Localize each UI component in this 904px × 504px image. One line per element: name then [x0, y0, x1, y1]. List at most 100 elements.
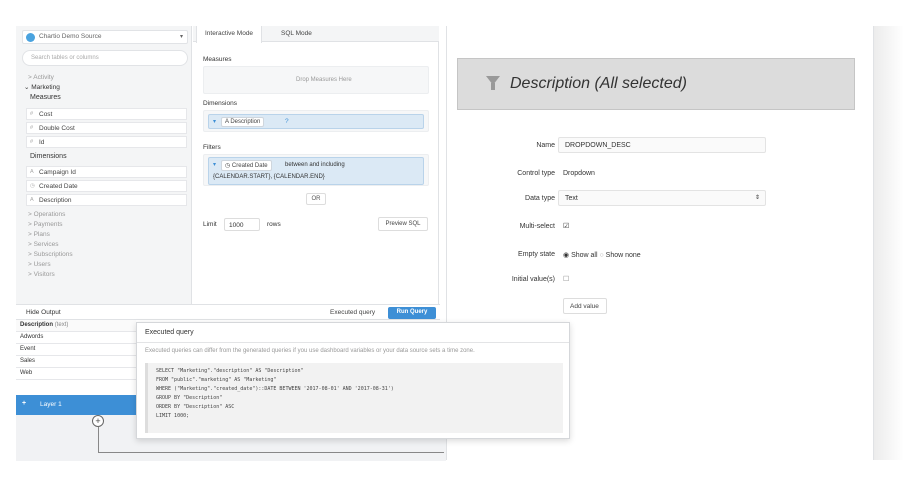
- column-created-date[interactable]: ◷ Created Date: [26, 180, 187, 192]
- dimensions-label: Dimensions: [203, 100, 237, 107]
- data-source-select[interactable]: Chartio Demo Source ▾: [22, 30, 188, 44]
- control-type-value: Dropdown: [563, 170, 595, 177]
- dimension-pill[interactable]: ▾ A Description ?: [208, 114, 424, 129]
- code-line: GROUP BY "Description": [156, 395, 223, 401]
- table-row: Sales: [16, 356, 136, 368]
- tree-item-users[interactable]: > Users: [28, 261, 51, 268]
- tree-item-activity[interactable]: > Activity: [28, 74, 54, 81]
- tree-item-plans[interactable]: > Plans: [28, 231, 50, 238]
- executed-query-popover: Executed query Executed queries can diff…: [136, 322, 570, 439]
- radio-show-all[interactable]: ◉: [563, 252, 571, 259]
- filter-values[interactable]: {CALENDAR.START}, {CALENDAR.END}: [213, 174, 325, 180]
- measures-drop-hint: Drop Measures Here: [296, 77, 352, 83]
- preview-sql-button[interactable]: Preview SQL: [378, 217, 428, 231]
- data-type-label: Data type: [525, 195, 555, 202]
- control-title: Description (All selected): [510, 75, 687, 92]
- limit-input[interactable]: 1000: [224, 218, 260, 231]
- filters-label: Filters: [203, 144, 221, 151]
- multiselect-checkbox[interactable]: ☑: [563, 222, 569, 230]
- popover-title: Executed query: [145, 329, 194, 336]
- layer-label: Layer 1: [40, 401, 62, 408]
- popover-divider: [137, 342, 569, 343]
- sql-code-block[interactable]: SELECT "Marketing"."description" AS "Des…: [145, 363, 563, 433]
- query-builder: Interactive Mode SQL Mode Measures Drop …: [193, 26, 439, 304]
- search-input[interactable]: Search tables or columns: [22, 50, 188, 66]
- code-line: WHERE ("Marketing"."created_date")::DATE…: [156, 386, 394, 392]
- number-icon: #: [30, 139, 34, 145]
- control-header: Description (All selected): [457, 58, 855, 110]
- tree-item-services[interactable]: > Services: [28, 241, 59, 248]
- filter-icon-stem: [491, 83, 495, 90]
- tab-sql-mode[interactable]: SQL Mode: [273, 26, 320, 42]
- add-value-button[interactable]: Add value: [563, 298, 607, 314]
- page-edge-shadow: [874, 26, 904, 460]
- pill-dropdown-icon[interactable]: ▾: [213, 118, 216, 125]
- dimensions-dropzone[interactable]: ▾ A Description ?: [203, 110, 429, 132]
- name-input[interactable]: DROPDOWN_DESC: [558, 137, 766, 153]
- column-description[interactable]: A Description: [26, 194, 187, 206]
- table-row: Event: [16, 344, 136, 356]
- mode-tabs: Interactive Mode SQL Mode: [193, 26, 439, 43]
- empty-state-label: Empty state: [518, 251, 555, 258]
- measures-group-label: Measures: [30, 94, 61, 101]
- layer-tab[interactable]: + Layer 1: [16, 395, 144, 415]
- plus-icon[interactable]: +: [22, 400, 26, 407]
- tree-item-visitors[interactable]: > Visitors: [28, 271, 55, 278]
- column-double-cost[interactable]: # Double Cost: [26, 122, 187, 134]
- pipeline-connector: [98, 452, 444, 453]
- dimensions-group-label: Dimensions: [30, 153, 67, 160]
- control-type-label: Control type: [517, 170, 555, 177]
- empty-state-options: ◉ Show all ○ Show none: [563, 252, 641, 259]
- clock-icon: ◷: [225, 163, 232, 169]
- data-type-select[interactable]: Text ⇕: [558, 190, 766, 206]
- name-label: Name: [536, 142, 555, 149]
- clock-icon: ◷: [30, 183, 35, 189]
- tree-item-payments[interactable]: > Payments: [28, 221, 63, 228]
- measures-dropzone[interactable]: Drop Measures Here: [203, 66, 429, 94]
- schema-sidebar: Chartio Demo Source ▾ Search tables or c…: [16, 26, 192, 304]
- dimension-chip[interactable]: A Description: [221, 117, 265, 127]
- table-row: Adwords: [16, 332, 136, 344]
- code-line: ORDER BY "Description" ASC: [156, 404, 235, 410]
- column-campaign-id[interactable]: A Campaign Id: [26, 166, 187, 178]
- measures-label: Measures: [203, 56, 232, 63]
- caret-down-icon: ▾: [179, 34, 183, 40]
- text-icon: A: [30, 197, 34, 203]
- results-table: Description (text) Adwords Event Sales W…: [16, 320, 136, 392]
- data-source-name: Chartio Demo Source: [39, 33, 102, 40]
- or-button[interactable]: OR: [306, 193, 326, 205]
- initial-values-checkbox[interactable]: ☐: [563, 275, 569, 283]
- filter-field-chip[interactable]: ◷ Created Date: [221, 160, 272, 171]
- help-icon[interactable]: ?: [285, 118, 289, 125]
- filters-dropzone[interactable]: ▾ ◷ Created Date between and including {…: [203, 154, 429, 186]
- tree-item-operations[interactable]: > Operations: [28, 211, 65, 218]
- run-query-button[interactable]: Run Query: [388, 307, 436, 319]
- source-logo-icon: [26, 33, 35, 42]
- initial-values-label: Initial value(s): [511, 276, 555, 283]
- column-id[interactable]: # Id: [26, 136, 187, 148]
- add-step-icon[interactable]: +: [92, 415, 104, 427]
- executed-query-link[interactable]: Executed query: [330, 309, 375, 316]
- popover-note: Executed queries can differ from the gen…: [145, 348, 475, 354]
- tab-interactive-mode[interactable]: Interactive Mode: [196, 26, 263, 43]
- code-line: FROM "public"."marketing" AS "Marketing": [156, 377, 277, 383]
- search-placeholder: Search tables or columns: [31, 55, 99, 61]
- output-bar: Hide Output Executed query Run Query: [16, 304, 440, 320]
- hide-output-toggle[interactable]: Hide Output: [26, 309, 61, 316]
- select-arrows-icon: ⇕: [754, 195, 760, 201]
- limit-label: Limit: [203, 221, 217, 228]
- multiselect-label: Multi-select: [519, 223, 555, 230]
- filter-operator[interactable]: between and including: [285, 162, 345, 168]
- code-line: SELECT "Marketing"."description" AS "Des…: [156, 368, 304, 374]
- pill-dropdown-icon[interactable]: ▾: [213, 161, 216, 168]
- filter-pill[interactable]: ▾ ◷ Created Date between and including {…: [208, 157, 424, 185]
- number-icon: #: [30, 111, 34, 117]
- tree-item-subscriptions[interactable]: > Subscriptions: [28, 251, 73, 258]
- rows-label: rows: [267, 221, 281, 228]
- table-row: Web: [16, 368, 136, 380]
- code-line: LIMIT 1000;: [156, 413, 190, 419]
- results-header[interactable]: Description (text): [16, 320, 136, 332]
- column-cost[interactable]: # Cost: [26, 108, 187, 120]
- pipeline-connector: [98, 427, 99, 452]
- tree-item-marketing[interactable]: ⌄ Marketing: [24, 83, 60, 91]
